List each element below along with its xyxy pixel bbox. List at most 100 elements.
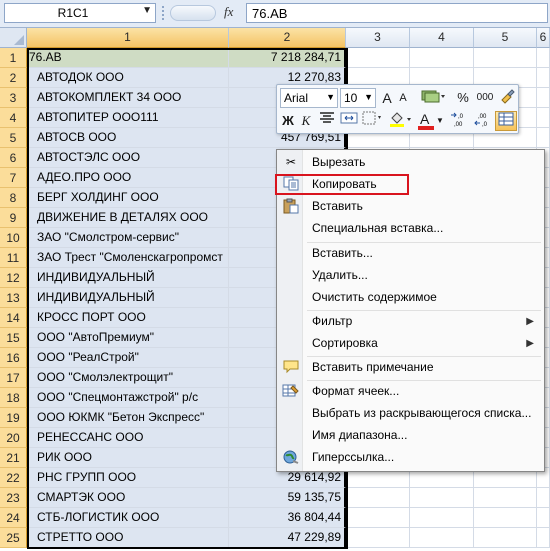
name-cell[interactable]: АВТОПИТЕР ООО111: [27, 108, 229, 128]
font-color-button[interactable]: A ▼: [417, 111, 445, 131]
row-header[interactable]: 14: [0, 308, 27, 328]
row-header[interactable]: 20: [0, 428, 27, 448]
select-all-corner[interactable]: [0, 28, 27, 48]
menu-item-sort[interactable]: Сортировка ▶: [279, 333, 542, 354]
row-header[interactable]: 7: [0, 168, 27, 188]
formula-buttons[interactable]: [170, 5, 216, 21]
row-header[interactable]: 3: [0, 88, 27, 108]
empty-cell[interactable]: [346, 488, 410, 508]
column-header[interactable]: 4: [410, 28, 474, 48]
chevron-down-icon[interactable]: ▼: [436, 111, 444, 131]
borders-button[interactable]: [361, 111, 385, 131]
empty-cell[interactable]: [537, 48, 550, 68]
name-cell[interactable]: СТРЕТТО ООО: [27, 528, 229, 548]
name-cell[interactable]: 76.АВ: [27, 48, 229, 68]
column-header[interactable]: 2: [229, 28, 346, 48]
empty-cell[interactable]: [537, 68, 550, 88]
row-header[interactable]: 15: [0, 328, 27, 348]
row-header[interactable]: 6: [0, 148, 27, 168]
name-cell[interactable]: ЗАО Трест "Смоленскагропромст: [27, 248, 229, 268]
name-cell[interactable]: СМАРТЭК ООО: [27, 488, 229, 508]
decrease-decimal-button[interactable]: ,00 ,0: [473, 111, 495, 131]
row-header[interactable]: 10: [0, 228, 27, 248]
name-cell[interactable]: АВТОСТЭЛС ООО: [27, 148, 229, 168]
menu-item-copy[interactable]: Копировать: [279, 174, 542, 195]
bold-button[interactable]: Ж: [280, 111, 296, 131]
menu-item-format-cells[interactable]: Формат ячеек...: [279, 381, 542, 402]
menu-item-range-name[interactable]: Имя диапазона...: [279, 425, 542, 446]
row-header[interactable]: 12: [0, 268, 27, 288]
grip-handle[interactable]: [162, 6, 168, 20]
menu-item-insert-comment[interactable]: Вставить примечание: [279, 357, 542, 378]
empty-cell[interactable]: [474, 48, 537, 68]
value-cell[interactable]: 36 804,44: [229, 508, 346, 528]
row-header[interactable]: 21: [0, 448, 27, 468]
row-header[interactable]: 13: [0, 288, 27, 308]
empty-cell[interactable]: [537, 488, 550, 508]
shrink-font-button[interactable]: A: [395, 88, 411, 108]
name-cell[interactable]: ООО "РеалСтрой": [27, 348, 229, 368]
name-cell[interactable]: КРОСС ПОРТ ООО: [27, 308, 229, 328]
name-cell[interactable]: ООО "АвтоПремиум": [27, 328, 229, 348]
row-header[interactable]: 16: [0, 348, 27, 368]
format-as-table-button[interactable]: [495, 111, 517, 131]
align-center-button[interactable]: [317, 111, 337, 131]
formula-input[interactable]: 76.АВ: [246, 3, 548, 23]
name-cell[interactable]: ООО ЮКМК "Бетон Экспресс": [27, 408, 229, 428]
empty-cell[interactable]: [537, 108, 550, 128]
chevron-down-icon[interactable]: ▼: [364, 92, 373, 102]
name-cell[interactable]: БЕРГ ХОЛДИНГ ООО: [27, 188, 229, 208]
name-cell[interactable]: РНС ГРУПП ООО: [27, 468, 229, 488]
percent-button[interactable]: %: [455, 88, 471, 108]
name-cell[interactable]: РИК ООО: [27, 448, 229, 468]
name-box[interactable]: R1C1 ▼: [4, 3, 156, 23]
italic-button[interactable]: К: [298, 111, 314, 131]
accounting-format-button[interactable]: [415, 88, 453, 108]
empty-cell[interactable]: [537, 88, 550, 108]
value-cell[interactable]: 47 229,89: [229, 528, 346, 548]
empty-cell[interactable]: [537, 528, 550, 548]
merge-center-button[interactable]: [339, 111, 359, 131]
menu-item-pick-from-list[interactable]: Выбрать из раскрывающегося списка...: [279, 403, 542, 424]
empty-cell[interactable]: [346, 508, 410, 528]
name-cell[interactable]: РЕНЕССАНС ООО: [27, 428, 229, 448]
name-cell[interactable]: ООО "Спецмонтажстрой" р/с: [27, 388, 229, 408]
insert-function-icon[interactable]: fx: [224, 4, 233, 20]
empty-cell[interactable]: [474, 508, 537, 528]
name-cell[interactable]: АВТОСВ ООО: [27, 128, 229, 148]
empty-cell[interactable]: [474, 488, 537, 508]
menu-item-paste-special[interactable]: Специальная вставка...: [279, 218, 542, 239]
row-header[interactable]: 11: [0, 248, 27, 268]
empty-cell[interactable]: [410, 48, 474, 68]
name-cell[interactable]: ИНДИВИДУАЛЬНЫЙ: [27, 268, 229, 288]
name-cell[interactable]: АВТОКОМПЛЕКТ 34 ООО: [27, 88, 229, 108]
empty-cell[interactable]: [410, 488, 474, 508]
format-painter-button[interactable]: [498, 88, 516, 108]
name-cell[interactable]: СТБ-ЛОГИСТИК ООО: [27, 508, 229, 528]
row-header[interactable]: 25: [0, 528, 27, 548]
name-cell[interactable]: ООО "Смолэлектрощит": [27, 368, 229, 388]
empty-cell[interactable]: [410, 528, 474, 548]
menu-item-filter[interactable]: Фильтр ▶: [279, 311, 542, 332]
name-cell[interactable]: ДВИЖЕНИЕ В ДЕТАЛЯХ ООО: [27, 208, 229, 228]
value-cell[interactable]: 7 218 284,71: [229, 48, 346, 68]
row-header[interactable]: 4: [0, 108, 27, 128]
row-header[interactable]: 24: [0, 508, 27, 528]
name-cell[interactable]: АВТОДОК ООО: [27, 68, 229, 88]
font-size-combo[interactable]: 10 ▼: [340, 88, 376, 108]
font-name-combo[interactable]: Arial ▼: [280, 88, 338, 108]
menu-item-hyperlink[interactable]: Гиперссылка...: [279, 447, 542, 468]
menu-item-paste[interactable]: Вставить: [279, 196, 542, 217]
empty-cell[interactable]: [537, 128, 550, 148]
row-header[interactable]: 9: [0, 208, 27, 228]
row-header[interactable]: 22: [0, 468, 27, 488]
increase-decimal-button[interactable]: ,0 ,00: [449, 111, 471, 131]
empty-cell[interactable]: [410, 508, 474, 528]
value-cell[interactable]: 59 135,75: [229, 488, 346, 508]
name-cell[interactable]: ИНДИВИДУАЛЬНЫЙ: [27, 288, 229, 308]
row-header[interactable]: 19: [0, 408, 27, 428]
menu-item-clear-contents[interactable]: Очистить содержимое: [279, 287, 542, 308]
row-header[interactable]: 1: [0, 48, 27, 68]
chevron-down-icon[interactable]: ▼: [142, 5, 152, 16]
column-header[interactable]: 5: [474, 28, 537, 48]
